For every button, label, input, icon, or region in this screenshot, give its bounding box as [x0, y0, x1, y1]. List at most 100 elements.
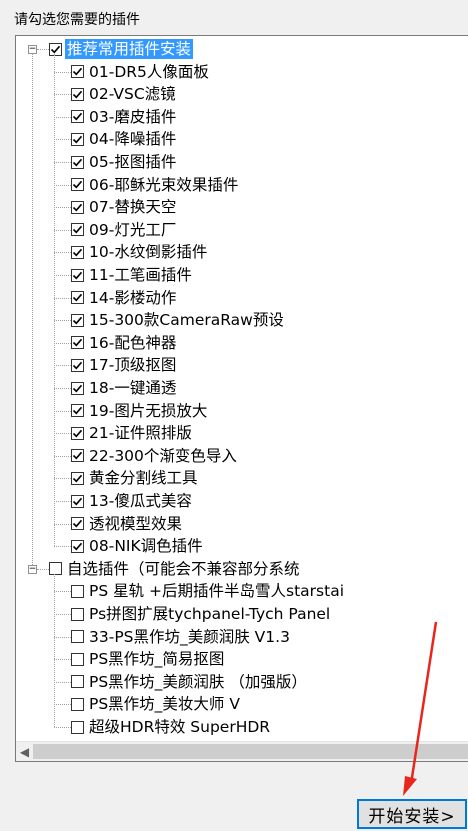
checkbox-checked[interactable]	[71, 517, 84, 531]
checkbox-checked[interactable]	[71, 381, 84, 395]
tree-item-label: 13-傻瓜式美容	[89, 492, 192, 510]
tree-item[interactable]: PS黑作坊_美颜润肤 （加强版）	[71, 671, 309, 693]
tree-item[interactable]: 17-顶级抠图	[71, 354, 178, 376]
checkbox-checked[interactable]	[71, 494, 84, 508]
tree-item[interactable]: 16-配色神器	[71, 332, 178, 354]
tree-connector	[54, 320, 71, 322]
tree-item-label: Ps拼图扩展tychpanel-Tych Panel	[89, 605, 331, 623]
checkbox-checked[interactable]	[71, 404, 84, 418]
tree-connector	[54, 252, 71, 254]
checkbox[interactable]	[71, 720, 84, 734]
checkbox-checked[interactable]	[71, 132, 84, 146]
plugin-tree[interactable]: − 推荐常用插件安装 01-DR5人像面板 02-VSC滤镜 03-磨皮插件 04-降噪插…	[15, 35, 468, 762]
checkbox-checked[interactable]	[71, 200, 84, 214]
checkbox[interactable]	[71, 675, 84, 689]
start-install-button[interactable]: 开始安装>	[357, 799, 467, 829]
checkbox-checked[interactable]	[71, 87, 84, 101]
checkbox[interactable]	[71, 607, 84, 621]
tree-connector	[54, 501, 71, 502]
tree-item-label: 07-替换天空	[89, 198, 177, 217]
checkbox-checked[interactable]	[71, 313, 84, 327]
checkbox[interactable]	[71, 652, 84, 666]
checkbox-checked[interactable]	[49, 42, 62, 56]
tree-connector	[54, 297, 71, 299]
horizontal-scrollbar[interactable]: ◀	[16, 741, 468, 761]
tree-item-label: 11-工笔画插件	[89, 266, 192, 284]
checkbox-checked[interactable]	[71, 426, 84, 440]
checkbox-checked[interactable]	[71, 471, 84, 485]
tree-connector	[54, 116, 71, 118]
tree-item-label: 14-影楼动作	[89, 288, 177, 307]
tree-item-label: 21-证件照排版	[89, 424, 192, 443]
checkbox-checked[interactable]	[71, 539, 84, 553]
checkbox[interactable]	[71, 584, 84, 598]
tree-connector	[54, 71, 71, 73]
tree-item[interactable]: 02-VSC滤镜	[71, 83, 178, 105]
tree-item[interactable]: 18-一键通透	[71, 377, 178, 399]
tree-item-label: PS黑作坊_美颜润肤 （加强版）	[89, 672, 307, 691]
tree-item[interactable]: 黄金分割线工具	[71, 467, 200, 489]
scrollbar-thumb[interactable]	[33, 744, 468, 759]
collapse-icon[interactable]: −	[28, 564, 37, 574]
tree-item-label: 04-降噪插件	[89, 130, 177, 149]
tree-connector	[54, 54, 55, 547]
tree-item[interactable]: 19-图片无损放大	[71, 400, 209, 422]
checkbox-checked[interactable]	[71, 110, 84, 124]
tree-item-label: 09-灯光工厂	[89, 220, 177, 239]
tree-item[interactable]: 22-300个渐变色导入	[71, 445, 239, 467]
tree-item[interactable]: 33-PS黑作坊_美颜润肤 V1.3	[71, 626, 292, 648]
tree-item-label: 02-VSC滤镜	[89, 85, 176, 104]
tree-connector	[54, 184, 71, 186]
tree-item[interactable]: 06-耶稣光束效果插件	[71, 174, 240, 196]
tree-connector	[37, 49, 49, 50]
tree-item[interactable]: 01-DR5人像面板	[71, 61, 211, 83]
tree-item[interactable]: 11-工笔画插件	[71, 264, 194, 286]
checkbox-checked[interactable]	[71, 245, 84, 259]
tree-item[interactable]: 08-NIK调色插件	[71, 535, 205, 557]
checkbox[interactable]	[71, 630, 84, 644]
checkbox-checked[interactable]	[71, 449, 84, 463]
tree-item[interactable]: 04-降噪插件	[71, 128, 178, 150]
checkbox-checked[interactable]	[71, 178, 84, 192]
tree-item[interactable]: 09-灯光工厂	[71, 219, 178, 241]
scroll-left-arrow-icon[interactable]: ◀	[16, 742, 33, 761]
tree-group-1[interactable]: 推荐常用插件安装	[49, 38, 194, 60]
tree-group-label: 推荐常用插件安装	[65, 39, 194, 59]
checkbox[interactable]	[49, 562, 62, 576]
checkbox-checked[interactable]	[71, 358, 84, 372]
tree-connector	[54, 591, 71, 593]
tree-item[interactable]: 14-影楼动作	[71, 287, 178, 309]
tree-connector	[54, 229, 71, 231]
tree-item[interactable]: 07-替换天空	[71, 196, 178, 218]
checkbox[interactable]	[71, 697, 84, 711]
tree-item-label: 10-水纹倒影插件	[89, 243, 208, 262]
tree-connector	[54, 523, 71, 525]
tree-item[interactable]: 05-抠图插件	[71, 151, 178, 173]
tree-item-label: PS 星轨 +后期插件半岛雪人starstai	[89, 582, 345, 601]
tree-connector	[54, 162, 71, 163]
tree-item[interactable]: 21-证件照排版	[71, 422, 194, 444]
tree-item[interactable]: 10-水纹倒影插件	[71, 241, 209, 263]
tree-item[interactable]: 15-300款CameraRaw预设	[71, 309, 286, 331]
tree-connector	[54, 546, 71, 548]
checkbox-checked[interactable]	[71, 268, 84, 282]
tree-item[interactable]: PS黑作坊_简易抠图	[71, 648, 226, 670]
checkbox-checked[interactable]	[71, 336, 84, 350]
tree-item[interactable]: 透视模型效果	[71, 513, 184, 535]
tree-connector	[32, 54, 33, 565]
tree-item[interactable]: PS 星轨 +后期插件半岛雪人starstai	[71, 580, 346, 602]
checkbox-checked[interactable]	[71, 223, 84, 237]
tree-item[interactable]: 13-傻瓜式美容	[71, 490, 194, 512]
tree-connector	[37, 568, 49, 570]
tree-item[interactable]: PS黑作坊_美妆大师 V	[71, 693, 242, 715]
checkbox-checked[interactable]	[71, 155, 84, 169]
tree-item[interactable]: 超级HDR特效 SuperHDR	[71, 716, 272, 738]
tree-group-2[interactable]: 自选插件（可能会不兼容部分系统	[49, 558, 302, 580]
checkbox-checked[interactable]	[71, 291, 84, 305]
tree-item[interactable]: 03-磨皮插件	[71, 106, 178, 128]
tree-connector	[54, 659, 71, 661]
tree-item[interactable]: Ps拼图扩展tychpanel-Tych Panel	[71, 603, 332, 625]
collapse-icon[interactable]: −	[28, 45, 37, 54]
checkbox-checked[interactable]	[71, 65, 84, 79]
tree-connector	[54, 636, 71, 638]
